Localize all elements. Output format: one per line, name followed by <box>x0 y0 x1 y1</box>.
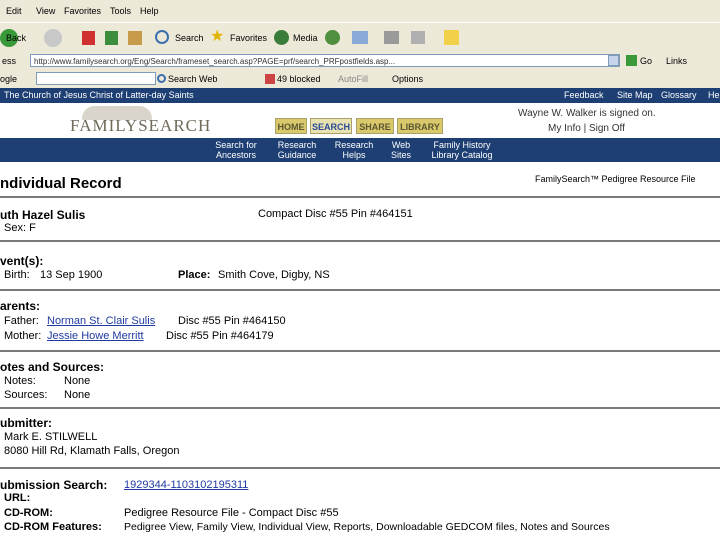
google-label: ogle <box>0 74 18 84</box>
forward-icon[interactable] <box>44 29 62 47</box>
tab-search[interactable]: SEARCH <box>310 118 352 134</box>
search-web-button[interactable]: Search Web <box>168 74 217 84</box>
birth-place: Smith Cove, Digby, NS <box>218 269 330 281</box>
menu-view[interactable]: View <box>36 6 55 16</box>
sources-label: Sources: <box>4 389 48 401</box>
refresh-icon[interactable] <box>105 31 118 45</box>
address-label: ess <box>2 56 17 66</box>
account-links[interactable]: My Info | Sign Off <box>548 123 625 134</box>
history-icon[interactable] <box>325 30 340 45</box>
individual-name: uth Hazel Sulis <box>0 208 86 222</box>
google-search-icon[interactable] <box>157 74 166 83</box>
back-button[interactable]: Back <box>6 33 26 43</box>
father-link[interactable]: Norman St. Clair Sulis <box>47 315 155 327</box>
submitter-address: 8080 Hill Rd, Klamath Falls, Oregon <box>4 445 180 457</box>
glossary-link[interactable]: Glossary <box>661 90 697 100</box>
google-toolbar: ogle Search Web 49 blocked AutoFill Opti… <box>0 70 720 89</box>
media-button[interactable]: Media <box>293 33 318 43</box>
messenger-icon[interactable] <box>444 30 459 45</box>
notes-sources-heading: otes and Sources: <box>0 360 105 374</box>
feedback-link[interactable]: Feedback <box>564 90 604 100</box>
url-label: URL: <box>4 492 31 504</box>
go-button[interactable]: Go <box>640 56 652 66</box>
stop-icon[interactable] <box>82 31 95 45</box>
home-icon[interactable] <box>128 31 142 45</box>
media-icon[interactable] <box>274 30 289 45</box>
submission-search-label: ubmission Search: <box>0 478 108 492</box>
menu-tools[interactable]: Tools <box>110 6 131 16</box>
menu-bar: Edit View Favorites Tools Help <box>0 0 720 22</box>
favorites-star-icon[interactable]: ★ <box>210 29 224 45</box>
place-label: Place: <box>178 269 211 281</box>
go-arrow-icon[interactable] <box>626 55 637 66</box>
divider <box>0 350 720 352</box>
notes-value: None <box>64 375 91 387</box>
source-file-label: FamilySearch™ Pedigree Resource File <box>535 174 696 184</box>
subnav-research-helps[interactable]: Research Helps <box>330 140 378 160</box>
menu-edit[interactable]: Edit <box>6 6 22 16</box>
signed-in-status: Wayne W. Walker is signed on. <box>518 108 656 119</box>
blocked-count[interactable]: 49 blocked <box>277 74 321 84</box>
print-icon[interactable] <box>384 31 399 44</box>
submitter-heading: ubmitter: <box>0 416 52 430</box>
browser-toolbar: Back Search ★ Favorites Media <box>0 22 720 54</box>
site-header-bar: The Church of Jesus Christ of Latter-day… <box>0 88 720 103</box>
sex: Sex: F <box>4 222 36 234</box>
divider <box>0 289 720 291</box>
site-map-link[interactable]: Site Map <box>617 90 653 100</box>
page-title: ndividual Record <box>0 175 122 192</box>
tab-share[interactable]: SHARE <box>356 118 394 134</box>
menu-help[interactable]: Help <box>140 6 159 16</box>
cdrom-value: Pedigree Resource File - Compact Disc #5… <box>124 507 339 519</box>
church-name: The Church of Jesus Christ of Latter-day… <box>4 90 194 100</box>
divider <box>0 240 720 242</box>
divider <box>0 467 720 469</box>
notes-label: Notes: <box>4 375 36 387</box>
links-button[interactable]: Links <box>666 56 687 66</box>
sub-navigation: Search for Ancestors Research Guidance Res… <box>0 138 720 162</box>
favorites-button[interactable]: Favorites <box>230 33 267 43</box>
submission-search-link[interactable]: 1929344-1103102195311 <box>124 479 248 491</box>
subnav-family-history-library[interactable]: Family History Library Catalog <box>424 140 500 160</box>
sources-value: None <box>64 389 91 401</box>
autofill-button[interactable]: AutoFill <box>338 74 368 84</box>
cdrom-features-label: CD-ROM Features: <box>4 521 102 533</box>
cdrom-label: CD-ROM: <box>4 507 53 519</box>
tab-home[interactable]: HOME <box>275 118 307 134</box>
disc-pin: Compact Disc #55 Pin #464151 <box>258 208 413 220</box>
help-link[interactable]: He <box>708 90 720 100</box>
address-input[interactable]: http://www.familysearch.org/Eng/Search/f… <box>30 54 620 67</box>
cdrom-features-value: Pedigree View, Family View, Individual V… <box>124 521 610 533</box>
subnav-web-sites[interactable]: Web Sites <box>386 140 416 160</box>
divider <box>0 196 720 198</box>
address-dropdown-icon[interactable] <box>608 55 619 66</box>
google-search-input[interactable] <box>36 72 156 85</box>
father-reference: Disc #55 Pin #464150 <box>178 315 286 327</box>
options-button[interactable]: Options <box>392 74 423 84</box>
menu-favorites[interactable]: Favorites <box>64 6 101 16</box>
popup-blocker-icon[interactable] <box>265 74 275 84</box>
subnav-research-guidance[interactable]: Research Guidance <box>272 140 322 160</box>
mother-link[interactable]: Jessie Howe Merritt <box>47 330 144 342</box>
address-bar: ess http://www.familysearch.org/Eng/Sear… <box>0 52 720 71</box>
mother-label: Mother: <box>4 330 42 342</box>
search-button[interactable]: Search <box>175 33 204 43</box>
edit-icon[interactable] <box>411 31 425 44</box>
mother-reference: Disc #55 Pin #464179 <box>166 330 274 342</box>
mail-icon[interactable] <box>352 31 368 44</box>
tab-library[interactable]: LIBRARY <box>397 118 443 134</box>
parents-heading: arents: <box>0 299 41 313</box>
birth-date: 13 Sep 1900 <box>40 269 103 281</box>
subnav-search-ancestors[interactable]: Search for Ancestors <box>210 140 262 160</box>
search-icon[interactable] <box>155 30 169 44</box>
father-label: Father: <box>4 315 39 327</box>
events-heading: vent(s): <box>0 254 44 268</box>
birth-label: Birth: <box>4 269 30 281</box>
submitter-name: Mark E. STILWELL <box>4 431 98 443</box>
familysearch-logo[interactable]: FAMILYSEARCH <box>70 116 211 136</box>
divider <box>0 407 720 409</box>
